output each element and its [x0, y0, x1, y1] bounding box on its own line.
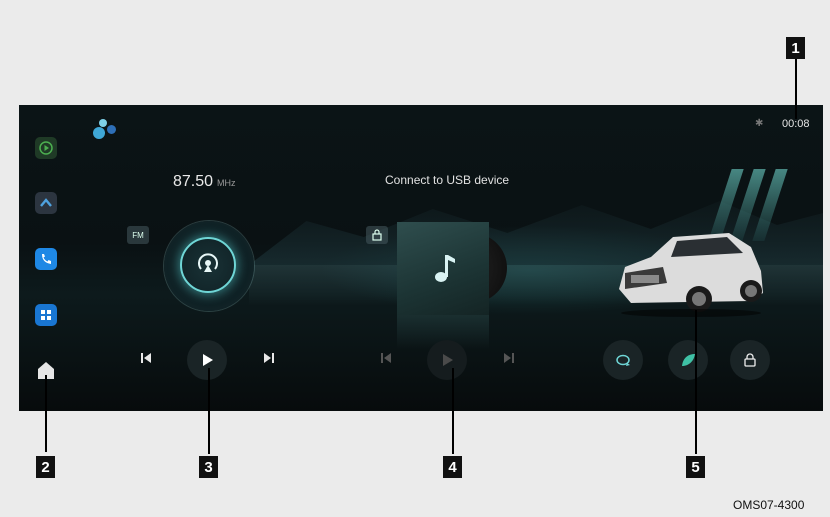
vehicle-refresh-button[interactable]	[603, 340, 643, 380]
radio-tuner-ring	[180, 237, 236, 293]
sidebar-item-phone[interactable]	[35, 248, 57, 270]
sidebar-item-carplay[interactable]	[35, 137, 57, 159]
callout-5: 5	[686, 456, 705, 478]
radio-dial[interactable]	[164, 221, 254, 311]
play-icon	[203, 354, 213, 366]
play-icon	[443, 354, 453, 366]
lock-icon	[744, 353, 756, 367]
callout-4: 4	[443, 456, 462, 478]
brand-logo	[93, 117, 119, 141]
callout-3: 3	[199, 456, 218, 478]
frequency-value: 87.50	[173, 173, 214, 190]
radio-next-button[interactable]	[262, 351, 276, 368]
grid-icon	[41, 310, 51, 320]
media-play-button[interactable]	[427, 340, 467, 380]
radio-signal-icon	[198, 253, 218, 272]
skip-next-icon	[504, 353, 514, 363]
figure-reference-code: OMS07-4300	[733, 498, 805, 512]
media-prev-button[interactable]	[379, 351, 393, 368]
sidebar-item-navigation[interactable]	[35, 192, 57, 214]
radio-frequency: 87.50 MHz	[173, 173, 236, 191]
callout-2-leader	[45, 375, 47, 452]
callout-3-leader	[208, 368, 210, 454]
band-badge[interactable]: FM	[127, 226, 149, 244]
refresh-icon	[616, 354, 630, 366]
sidebar-item-apps[interactable]	[35, 304, 57, 326]
vehicle-lock-button[interactable]	[730, 340, 770, 380]
skip-previous-icon	[381, 353, 391, 363]
music-note-icon	[435, 254, 455, 282]
phone-icon	[42, 254, 51, 264]
vehicle-eco-button[interactable]	[668, 340, 708, 380]
radio-play-button[interactable]	[187, 340, 227, 380]
play-circle-icon	[39, 141, 53, 155]
clock: 00:08	[782, 118, 810, 130]
callout-4-leader	[452, 368, 454, 454]
media-source-badge[interactable]	[366, 226, 388, 244]
callout-1: 1	[786, 37, 805, 59]
vehicle-image	[619, 233, 763, 317]
frequency-unit: MHz	[217, 178, 236, 188]
media-next-button[interactable]	[502, 351, 516, 368]
caret-up-icon	[40, 198, 52, 207]
usb-status-text: Connect to USB device	[385, 173, 510, 187]
usb-lock-icon	[372, 229, 382, 241]
album-art	[397, 222, 489, 315]
skip-previous-icon	[141, 353, 151, 363]
skip-next-icon	[264, 353, 274, 363]
callout-1-leader	[795, 59, 797, 119]
callout-2: 2	[36, 456, 55, 478]
head-unit-screen: ✱ 00:08 87.50 MHz FM Connect to USB devi…	[19, 105, 823, 411]
radio-prev-button[interactable]	[139, 351, 153, 368]
callout-5-leader	[695, 310, 697, 454]
bluetooth-icon: ✱	[755, 118, 764, 129]
